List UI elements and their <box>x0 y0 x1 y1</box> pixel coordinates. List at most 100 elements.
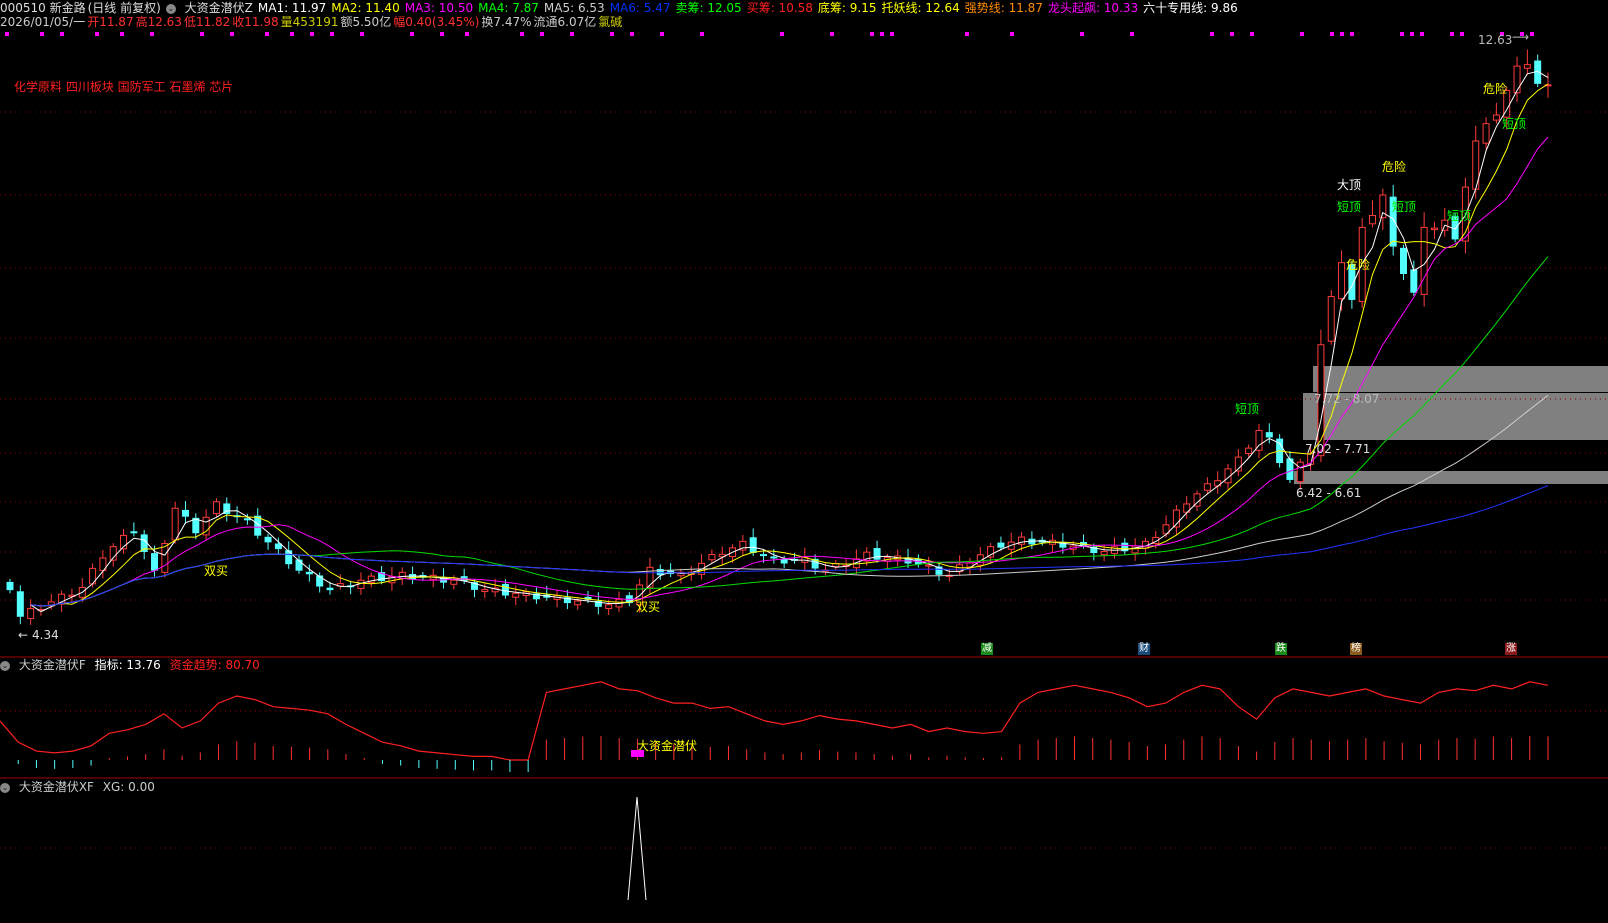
event-badge[interactable]: 涨 <box>1505 643 1517 655</box>
candle-body <box>1338 262 1346 300</box>
candle-body <box>1410 269 1418 293</box>
signal-dot <box>540 32 544 36</box>
candle-body <box>574 600 582 606</box>
candle-body <box>501 583 509 596</box>
signal-dot <box>630 32 634 36</box>
ma6-line <box>30 485 1549 607</box>
panel2-header: ⌄ 大资金潜伏F 指标: 13.76 资金趋势: 80.70 <box>0 658 265 673</box>
event-badge[interactable]: 减 <box>981 643 993 655</box>
candle-body <box>16 591 24 617</box>
candle-body <box>708 554 716 561</box>
signal-dot <box>780 32 784 36</box>
signal-dot <box>1420 32 1424 36</box>
candle-body <box>1327 296 1335 342</box>
signal-dot <box>870 32 874 36</box>
signal-dot <box>5 32 9 36</box>
candle-body <box>305 571 313 575</box>
annotation: 危险 <box>1382 160 1407 174</box>
candle-body <box>1482 123 1490 144</box>
annotation: 短顶 <box>1447 209 1472 223</box>
event-badge[interactable]: 榜 <box>1350 643 1362 655</box>
signal-label: 大资金潜伏 <box>637 739 698 753</box>
signal-dot <box>570 32 574 36</box>
candle-body <box>512 592 520 598</box>
zone-label: 6.42 - 6.61 <box>1296 486 1362 500</box>
signal-dot <box>1400 32 1404 36</box>
signal-dot <box>1210 32 1214 36</box>
annotation: 短顶 <box>1502 117 1527 131</box>
candle-body <box>6 581 14 591</box>
candle-body <box>1265 432 1273 438</box>
panel2-trend: 资金趋势: 80.70 <box>169 658 260 672</box>
signal-dot <box>610 32 614 36</box>
candle-body <box>1203 483 1211 491</box>
chevron-down-icon[interactable]: ⌄ <box>0 782 10 793</box>
signal-dot <box>1530 32 1534 36</box>
candle-body <box>151 553 159 571</box>
annotation: 双买 <box>636 600 661 614</box>
annotation: 危险 <box>1346 258 1371 272</box>
candle-body <box>1245 447 1253 455</box>
candle-body <box>1100 550 1108 556</box>
candle-body <box>1492 114 1500 121</box>
candle-body <box>181 509 189 517</box>
signal-dot <box>1330 32 1334 36</box>
annotation: 大顶 <box>1337 178 1362 192</box>
candle-body <box>1513 65 1521 94</box>
signal-dot <box>120 32 124 36</box>
signal-dot <box>1460 32 1464 36</box>
signal-marker <box>631 750 644 757</box>
candle-body <box>264 536 272 543</box>
signal-dot <box>200 32 204 36</box>
annotation: 危险 <box>1483 82 1508 96</box>
candle-body <box>780 558 788 564</box>
candle-body <box>749 537 757 553</box>
event-badge[interactable]: 财 <box>1138 643 1150 655</box>
low-price-label: 4.34 <box>32 628 59 642</box>
candle-body <box>161 543 169 573</box>
high-price-label: 12.63 <box>1478 33 1513 47</box>
signal-dot <box>520 32 524 36</box>
signal-dot <box>660 32 664 36</box>
signal-dot <box>150 32 154 36</box>
signal-dot <box>1080 32 1084 36</box>
candle-body <box>646 566 654 588</box>
panel3-xg: XG: 0.00 <box>102 780 155 794</box>
candle-body <box>326 587 334 591</box>
candle-body <box>274 543 282 550</box>
chevron-down-icon[interactable]: ⌄ <box>0 660 10 671</box>
trend-line <box>0 681 1549 761</box>
signal-dot <box>440 32 444 36</box>
annotation: 短顶 <box>1392 200 1417 214</box>
kline-chart[interactable] <box>0 0 1608 923</box>
candle-body <box>212 501 220 515</box>
candle-body <box>481 589 489 593</box>
signal-dot <box>265 32 269 36</box>
candle-body <box>27 608 35 619</box>
signal-dot <box>1410 32 1414 36</box>
candle-body <box>997 542 1005 548</box>
candle-body <box>130 531 138 534</box>
signal-dot <box>40 32 44 36</box>
panel2-name[interactable]: 大资金潜伏F <box>19 658 86 672</box>
arrow-icon: ← <box>18 628 29 642</box>
signal-dot <box>1010 32 1014 36</box>
candle-body <box>243 518 251 521</box>
panel2-index: 指标: 13.76 <box>94 658 161 672</box>
candle-body <box>450 579 458 585</box>
signal-dot <box>95 32 99 36</box>
signal-dot <box>1340 32 1344 36</box>
signal-dot <box>230 32 234 36</box>
candle-body <box>1523 64 1531 69</box>
signal-dot <box>1130 32 1134 36</box>
annotation: 双买 <box>204 564 229 578</box>
signal-dot <box>965 32 969 36</box>
panel3-name[interactable]: 大资金潜伏XF <box>19 780 94 794</box>
signal-dot <box>700 32 704 36</box>
candle-body <box>409 574 417 580</box>
signal-dot <box>890 32 894 36</box>
candle-body <box>1430 227 1438 231</box>
signal-dot <box>1230 32 1234 36</box>
signal-dot <box>410 32 414 36</box>
event-badge[interactable]: 跌 <box>1275 643 1287 655</box>
